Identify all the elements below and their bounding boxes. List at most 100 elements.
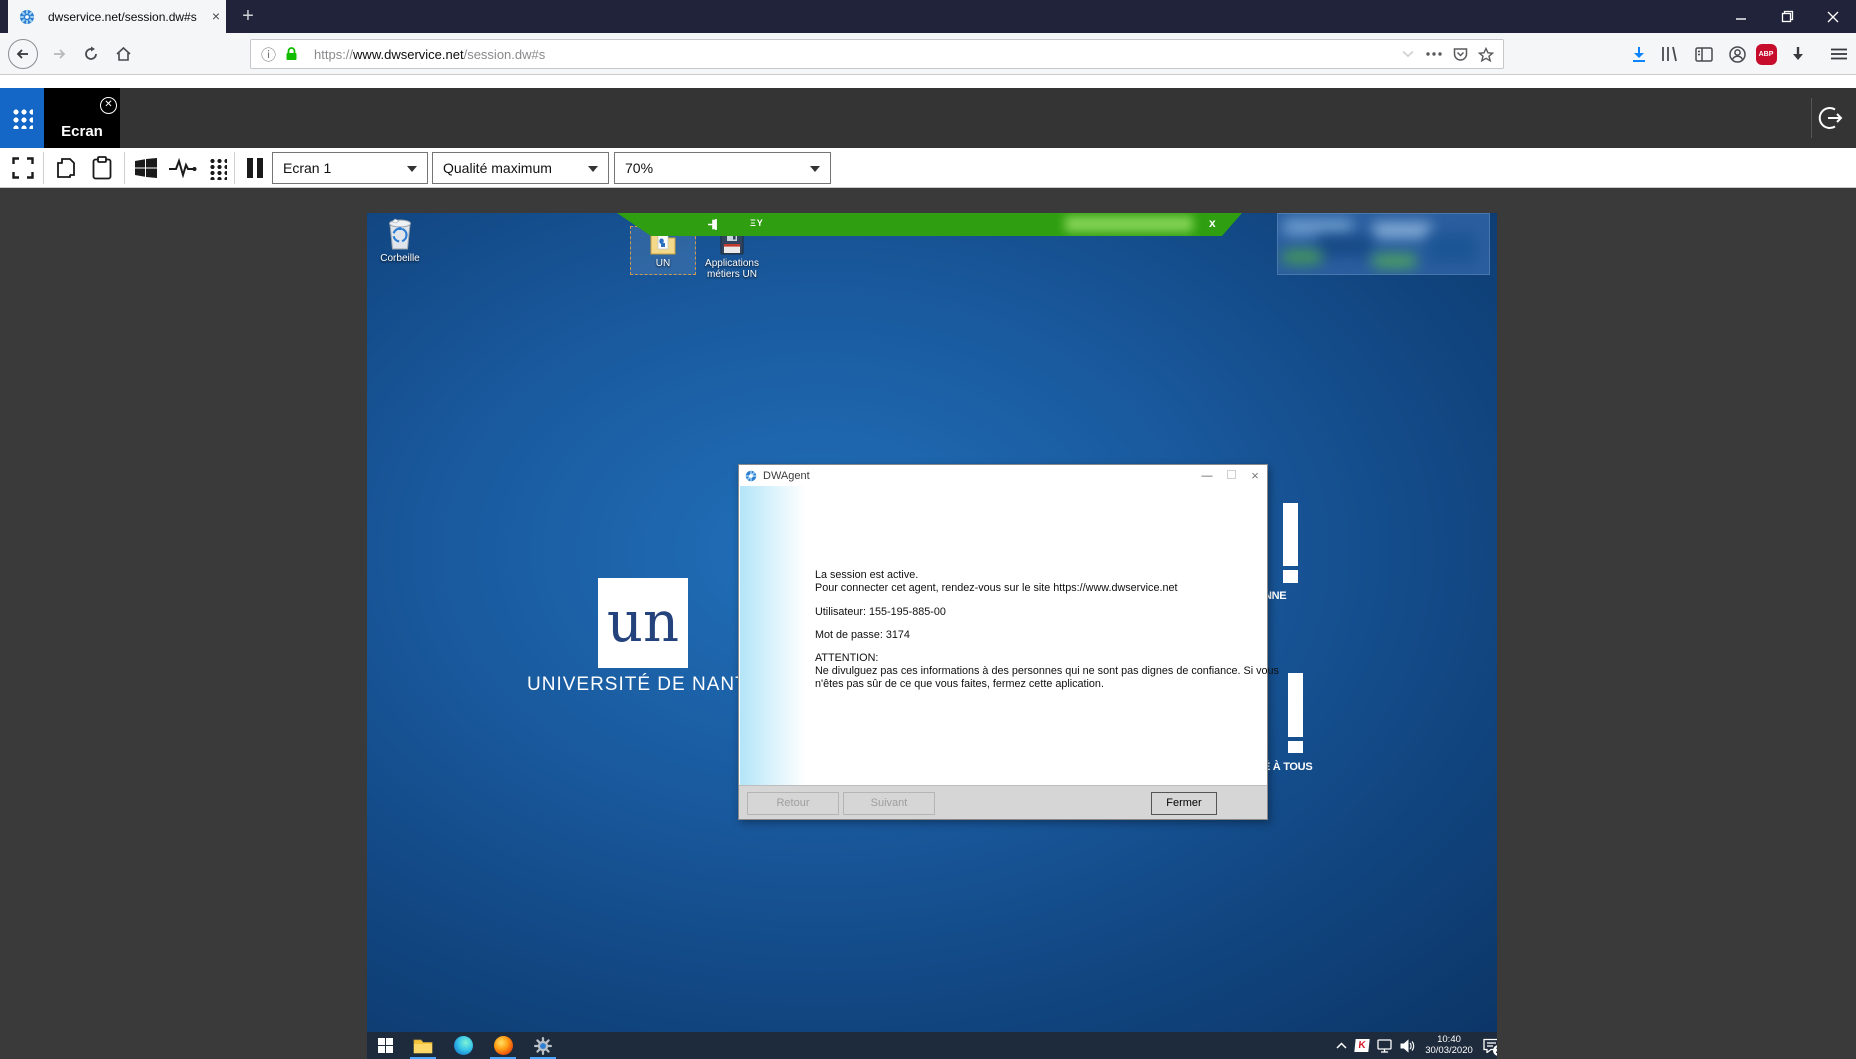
dialog-user-line: Utilisateur: 155-195-885-00 (815, 606, 946, 619)
chevron-down-icon (588, 166, 598, 172)
wallpaper-text-fragment: É À TOUS (1263, 761, 1312, 773)
start-button[interactable] (373, 1035, 397, 1056)
https-lock-icon[interactable] (278, 41, 304, 67)
keypad-button[interactable] (202, 153, 232, 183)
action-center-icon[interactable]: 2 (1479, 1035, 1497, 1056)
dialog-warning-line: Ne divulguez pas ces informations à des … (815, 665, 1279, 678)
pocket-icon[interactable] (1447, 41, 1473, 67)
apps-grid-icon (12, 108, 33, 129)
windows-key-button[interactable] (131, 153, 161, 183)
icon-label: UN (632, 258, 694, 269)
dialog-title: DWAgent (763, 470, 1195, 482)
page-background-strip (0, 75, 1856, 88)
dwservice-top-bar: Ecran ✕ (0, 88, 1856, 148)
clock-date: 30/03/2020 (1420, 1045, 1478, 1056)
wallpaper-exclamation-icon (1288, 673, 1303, 737)
url-text: https://www.dwservice.net/session.dw#s (314, 47, 1395, 62)
dwservice-toolbar: Ecran 1 Qualité maximum 70% (0, 148, 1856, 188)
tab-close-icon[interactable]: × (206, 7, 226, 27)
account-icon[interactable] (1722, 39, 1752, 69)
adblock-plus-icon[interactable]: ABP (1751, 39, 1781, 69)
icon-label: Applicationsmétiers UN (701, 258, 763, 280)
banner-blurred-text (1065, 216, 1193, 232)
session-close-icon[interactable]: ✕ (100, 97, 117, 114)
new-tab-button[interactable]: + (234, 2, 262, 30)
library-icon[interactable] (1655, 39, 1685, 69)
url-bar[interactable]: ⓘ https://www.dwservice.net/session.dw#s (250, 39, 1504, 69)
pause-button[interactable] (240, 153, 270, 183)
dialog-warning-line: n'êtes pas sûr de ce que vous faites, fe… (815, 678, 1104, 691)
extension-download-icon[interactable] (1783, 39, 1813, 69)
dialog-close-icon[interactable]: × (1243, 468, 1267, 483)
next-button[interactable]: Suivant (843, 792, 935, 815)
menu-hamburger-icon[interactable] (1824, 39, 1854, 69)
dialog-status-line: La session est active. (815, 569, 918, 582)
bookmark-star-icon[interactable] (1473, 41, 1499, 67)
firefox-icon[interactable] (491, 1035, 515, 1056)
network-tray-icon[interactable] (1373, 1035, 1397, 1056)
wallpaper-exclamation-dot (1288, 741, 1303, 753)
window-close-button[interactable] (1810, 0, 1856, 33)
university-logo: un (598, 578, 688, 668)
zoom-select[interactable]: 70% (614, 152, 831, 184)
remote-viewport: ΞY x Corbeille UN Applicationsmétiers UN (0, 188, 1856, 1059)
dwagent-tray-icon[interactable] (531, 1035, 555, 1056)
quality-select[interactable]: Qualité maximum (432, 152, 609, 184)
toolbar-divider (43, 152, 44, 184)
close-button[interactable]: Fermer (1151, 792, 1217, 815)
back-button[interactable]: Retour (747, 792, 839, 815)
chevron-down-icon (407, 166, 417, 172)
page-info-icon[interactable]: ⓘ (261, 44, 276, 65)
window-restore-button[interactable] (1764, 0, 1810, 33)
dialog-title-bar[interactable]: DWAgent — × (739, 465, 1267, 486)
remote-desktop[interactable]: ΞY x Corbeille UN Applicationsmétiers UN (367, 213, 1497, 1059)
screen-session-tab[interactable]: Ecran ✕ (44, 88, 120, 148)
back-button[interactable] (8, 39, 38, 69)
chevron-down-icon (810, 166, 820, 172)
university-logo-text: UNIVERSITÉ DE NANT (527, 674, 748, 696)
recycle-bin-icon (369, 216, 431, 250)
dialog-minimize-icon[interactable]: — (1195, 470, 1219, 482)
sidebar-toggle-icon[interactable] (1689, 39, 1719, 69)
toolbar-divider (234, 152, 235, 184)
file-explorer-icon[interactable] (411, 1035, 435, 1056)
dwagent-dialog: DWAgent — × La session est active. Pour … (738, 464, 1268, 820)
wallpaper-exclamation-dot (1283, 570, 1298, 583)
dialog-maximize-icon[interactable] (1219, 470, 1243, 482)
home-button[interactable] (108, 39, 138, 69)
dialog-password-line: Mot de passe: 3174 (815, 629, 910, 642)
antivirus-tray-icon[interactable]: K (1350, 1035, 1374, 1056)
taskbar-clock[interactable]: 10:40 30/03/2020 (1420, 1034, 1478, 1056)
icon-label: Corbeille (369, 253, 431, 264)
pin-icon[interactable] (707, 218, 720, 231)
paste-button[interactable] (87, 153, 117, 183)
browser-nav-bar: ⓘ https://www.dwservice.net/session.dw#s… (0, 33, 1856, 75)
clock-time: 10:40 (1420, 1034, 1478, 1045)
logout-icon[interactable] (1816, 103, 1846, 133)
tab-title: dwservice.net/session.dw#s (48, 10, 206, 24)
wallpaper-exclamation-icon (1283, 503, 1298, 566)
copy-button[interactable] (51, 153, 81, 183)
url-expand-chevron-icon[interactable] (1395, 41, 1421, 67)
reload-button[interactable] (76, 39, 106, 69)
edge-browser-icon[interactable] (451, 1035, 475, 1056)
activity-monitor-button[interactable] (168, 153, 198, 183)
volume-tray-icon[interactable] (1396, 1035, 1420, 1056)
page-actions-icon[interactable] (1421, 41, 1447, 67)
dwservice-favicon-icon (14, 4, 40, 30)
downloads-icon[interactable] (1624, 39, 1654, 69)
session-banner[interactable]: ΞY x (617, 213, 1242, 236)
dwagent-icon (745, 470, 757, 482)
screen-tab-label: Ecran (44, 123, 120, 140)
apps-grid-button[interactable] (0, 88, 44, 148)
fullscreen-button[interactable] (8, 153, 38, 183)
banner-close-icon[interactable]: x (1209, 216, 1216, 230)
dialog-connect-line: Pour connecter cet agent, rendez-vous su… (815, 582, 1177, 595)
browser-tab[interactable]: dwservice.net/session.dw#s × (8, 0, 226, 33)
screen-select[interactable]: Ecran 1 (272, 152, 428, 184)
forward-button[interactable] (44, 39, 74, 69)
dialog-button-bar: Retour Suivant Fermer (739, 785, 1267, 819)
desktop-icon-corbeille[interactable]: Corbeille (369, 216, 431, 264)
window-minimize-button[interactable] (1718, 0, 1764, 33)
banner-settings-icon[interactable]: ΞY (750, 218, 764, 228)
